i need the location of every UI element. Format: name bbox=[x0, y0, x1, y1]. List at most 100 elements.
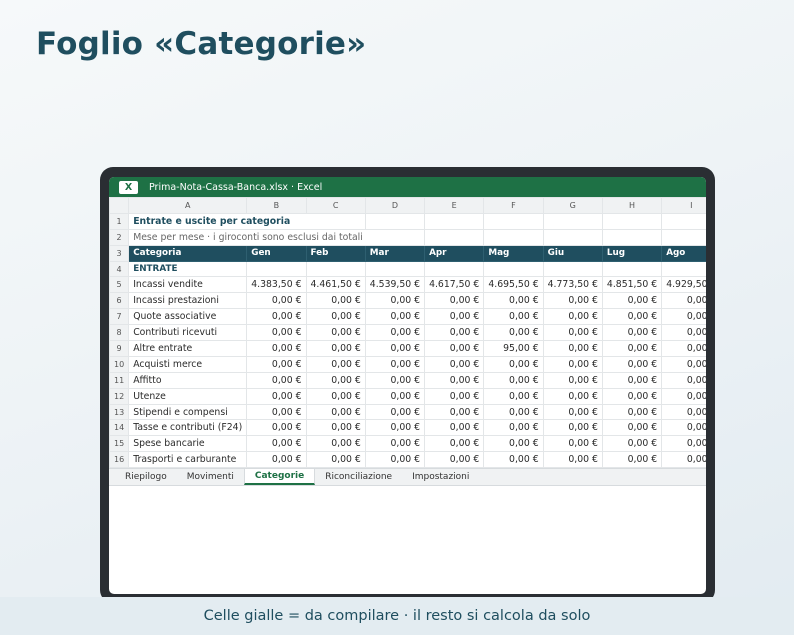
value-cell[interactable]: 0,00 € bbox=[483, 292, 544, 310]
cell[interactable] bbox=[246, 260, 307, 278]
value-cell[interactable]: 0,00 € bbox=[424, 324, 485, 342]
row-number[interactable]: 16 bbox=[109, 451, 130, 469]
value-cell[interactable]: 0,00 € bbox=[542, 308, 603, 326]
value-cell[interactable]: 0,00 € bbox=[542, 403, 603, 421]
sheet-subtitle-cell[interactable]: Mese per mese · i giroconti sono esclusi… bbox=[128, 228, 426, 246]
value-cell[interactable]: 0,00 € bbox=[424, 355, 485, 373]
column-header[interactable]: D bbox=[364, 197, 426, 214]
value-cell[interactable]: 0,00 € bbox=[364, 355, 426, 373]
value-cell[interactable]: 0,00 € bbox=[246, 451, 307, 469]
header-cell[interactable]: Giu bbox=[542, 244, 603, 262]
value-cell[interactable]: 0,00 € bbox=[542, 340, 603, 357]
value-cell[interactable]: 0,00 € bbox=[246, 340, 307, 357]
row-number[interactable]: 9 bbox=[109, 340, 130, 357]
row-number[interactable]: 8 bbox=[109, 324, 130, 342]
value-cell[interactable]: 0,00 € bbox=[601, 340, 663, 357]
row-number[interactable]: 13 bbox=[109, 403, 130, 421]
category-label-cell[interactable]: Stipendi e compensi bbox=[128, 403, 248, 421]
value-cell[interactable]: 0,00 € bbox=[364, 324, 426, 342]
row-number[interactable]: 2 bbox=[109, 228, 130, 246]
value-cell[interactable]: 0,00 € bbox=[601, 387, 663, 405]
value-cell[interactable]: 0,00 € bbox=[424, 435, 485, 453]
value-cell[interactable]: 0,00 € bbox=[364, 371, 426, 389]
value-cell[interactable]: 0,00 € bbox=[424, 292, 485, 310]
value-cell[interactable]: 0,00 € bbox=[305, 355, 366, 373]
value-cell[interactable]: 0,00 € bbox=[305, 292, 366, 310]
category-label-cell[interactable]: Spese bancarie bbox=[128, 435, 248, 453]
value-cell[interactable]: 0,00 € bbox=[542, 435, 603, 453]
value-cell[interactable]: 0,00 € bbox=[246, 387, 307, 405]
cell[interactable] bbox=[424, 228, 485, 246]
cell[interactable] bbox=[601, 260, 663, 278]
cell[interactable] bbox=[601, 228, 663, 246]
value-cell[interactable]: 0,00 € bbox=[305, 403, 366, 421]
value-cell[interactable]: 0,00 € bbox=[661, 451, 706, 469]
row-number[interactable]: 1 bbox=[109, 212, 130, 230]
cell[interactable] bbox=[661, 228, 706, 246]
value-cell[interactable]: 0,00 € bbox=[424, 340, 485, 357]
value-cell[interactable]: 95,00 € bbox=[483, 340, 544, 357]
value-cell[interactable]: 0,00 € bbox=[483, 355, 544, 373]
value-cell[interactable]: 0,00 € bbox=[424, 419, 485, 437]
value-cell[interactable]: 0,00 € bbox=[364, 419, 426, 437]
value-cell[interactable]: 0,00 € bbox=[483, 435, 544, 453]
value-cell[interactable]: 0,00 € bbox=[601, 324, 663, 342]
category-label-cell[interactable]: Contributi ricevuti bbox=[128, 324, 248, 342]
category-label-cell[interactable]: Affitto bbox=[128, 371, 248, 389]
cell[interactable] bbox=[483, 212, 544, 230]
value-cell[interactable]: 0,00 € bbox=[305, 419, 366, 437]
value-cell[interactable]: 0,00 € bbox=[661, 340, 706, 357]
value-cell[interactable]: 0,00 € bbox=[542, 292, 603, 310]
value-cell[interactable]: 0,00 € bbox=[305, 435, 366, 453]
value-cell[interactable]: 0,00 € bbox=[364, 403, 426, 421]
value-cell[interactable]: 0,00 € bbox=[364, 451, 426, 469]
cell[interactable] bbox=[305, 260, 366, 278]
value-cell[interactable]: 0,00 € bbox=[661, 308, 706, 326]
value-cell[interactable]: 0,00 € bbox=[305, 340, 366, 357]
column-header[interactable]: I bbox=[661, 197, 706, 214]
value-cell[interactable]: 0,00 € bbox=[542, 419, 603, 437]
column-header[interactable]: C bbox=[305, 197, 366, 214]
value-cell[interactable]: 0,00 € bbox=[305, 308, 366, 326]
value-cell[interactable]: 0,00 € bbox=[305, 451, 366, 469]
header-cell[interactable]: Lug bbox=[601, 244, 663, 262]
value-cell[interactable]: 0,00 € bbox=[661, 355, 706, 373]
cell[interactable] bbox=[661, 212, 706, 230]
header-cell[interactable]: Categoria bbox=[128, 244, 248, 262]
value-cell[interactable]: 0,00 € bbox=[601, 451, 663, 469]
row-number[interactable]: 6 bbox=[109, 292, 130, 310]
value-cell[interactable]: 0,00 € bbox=[483, 387, 544, 405]
value-cell[interactable]: 0,00 € bbox=[305, 387, 366, 405]
value-cell[interactable]: 0,00 € bbox=[305, 324, 366, 342]
value-cell[interactable]: 0,00 € bbox=[246, 292, 307, 310]
value-cell[interactable]: 0,00 € bbox=[661, 371, 706, 389]
cell[interactable] bbox=[424, 260, 485, 278]
header-cell[interactable]: Apr bbox=[424, 244, 485, 262]
category-label-cell[interactable]: Incassi prestazioni bbox=[128, 292, 248, 310]
category-label-cell[interactable]: Tasse e contributi (F24) bbox=[128, 419, 248, 437]
value-cell[interactable]: 4.929,50 € bbox=[661, 276, 706, 294]
cell[interactable] bbox=[305, 212, 366, 230]
column-header[interactable]: G bbox=[542, 197, 603, 214]
value-cell[interactable]: 0,00 € bbox=[364, 308, 426, 326]
cell[interactable] bbox=[364, 260, 426, 278]
cell[interactable] bbox=[424, 212, 485, 230]
value-cell[interactable]: 0,00 € bbox=[364, 435, 426, 453]
value-cell[interactable]: 0,00 € bbox=[305, 371, 366, 389]
value-cell[interactable]: 0,00 € bbox=[364, 292, 426, 310]
value-cell[interactable]: 0,00 € bbox=[601, 435, 663, 453]
category-label-cell[interactable]: Incassi vendite bbox=[128, 276, 248, 294]
cell[interactable] bbox=[601, 212, 663, 230]
value-cell[interactable]: 0,00 € bbox=[661, 403, 706, 421]
value-cell[interactable]: 0,00 € bbox=[661, 387, 706, 405]
header-cell[interactable]: Mar bbox=[364, 244, 426, 262]
value-cell[interactable]: 0,00 € bbox=[601, 308, 663, 326]
sheet-title-cell[interactable]: Entrate e uscite per categoria bbox=[128, 212, 306, 230]
cell[interactable] bbox=[542, 212, 603, 230]
value-cell[interactable]: 0,00 € bbox=[601, 371, 663, 389]
value-cell[interactable]: 0,00 € bbox=[483, 324, 544, 342]
column-header[interactable]: H bbox=[601, 197, 663, 214]
category-label-cell[interactable]: Quote associative bbox=[128, 308, 248, 326]
value-cell[interactable]: 0,00 € bbox=[483, 419, 544, 437]
value-cell[interactable]: 0,00 € bbox=[424, 387, 485, 405]
